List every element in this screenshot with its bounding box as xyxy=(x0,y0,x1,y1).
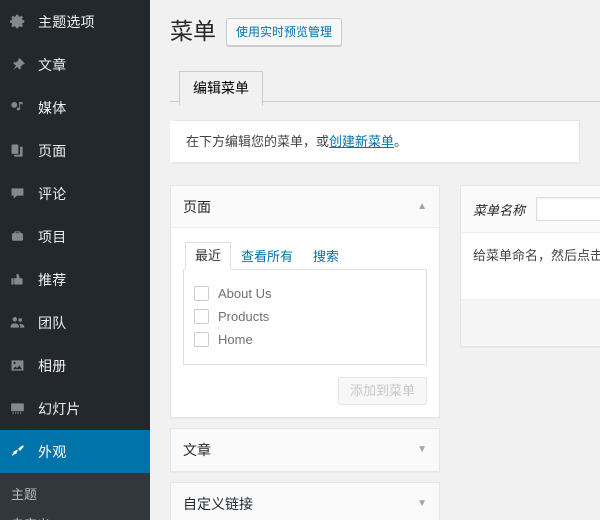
comment-icon xyxy=(9,185,32,202)
admin-sidebar: 主题选项 文章 媒体 页面 评论 项目 推荐 团队 相册 幻灯片 外观 主题 xyxy=(0,0,150,520)
sidebar-item-slideshow[interactable]: 幻灯片 xyxy=(0,387,150,430)
sidebar-item-media[interactable]: 媒体 xyxy=(0,86,150,129)
chevron-down-icon[interactable]: ▼ xyxy=(417,499,427,509)
add-to-menu-button[interactable]: 添加到菜单 xyxy=(337,377,427,405)
media-icon xyxy=(9,99,32,116)
list-item-label: About Us xyxy=(218,286,272,301)
sidebar-item-label: 相册 xyxy=(38,357,67,374)
custom-links-postbox-header[interactable]: 自定义链接 ▼ xyxy=(171,483,439,520)
wordpress-admin-screen: 主题选项 文章 媒体 页面 评论 项目 推荐 团队 相册 幻灯片 外观 主题 菜… xyxy=(0,0,600,520)
sidebar-item-albums[interactable]: 相册 xyxy=(0,344,150,387)
sidebar-item-theme-options[interactable]: 主题选项 xyxy=(0,0,150,43)
pin-icon xyxy=(9,56,32,73)
pages-panel-actions: 添加到菜单 xyxy=(183,365,427,405)
chevron-down-icon[interactable]: ▼ xyxy=(417,445,427,455)
pages-postbox-body: 最近 查看所有 搜索 About Us Products Home 添加到菜单 xyxy=(171,228,439,417)
sidebar-item-label: 文章 xyxy=(38,56,67,73)
sidebar-item-team[interactable]: 团队 xyxy=(0,301,150,344)
main-content: 菜单 使用实时预览管理 编辑菜单 在下方编辑您的菜单，或创建新菜单。 页面 ▲ xyxy=(150,0,600,520)
pages-tab-view-all[interactable]: 查看所有 xyxy=(231,243,303,270)
sidebar-item-label: 页面 xyxy=(38,142,67,159)
pages-tab-panel: About Us Products Home xyxy=(183,270,427,365)
posts-postbox-title: 文章 xyxy=(183,442,211,458)
list-item-label: Home xyxy=(218,332,253,347)
gear-icon xyxy=(9,13,32,30)
sidebar-item-label: 评论 xyxy=(38,185,67,202)
notice-text-before: 在下方编辑您的菜单，或 xyxy=(186,134,330,149)
add-menu-items-column: 页面 ▲ 最近 查看所有 搜索 About Us Products Home 添… xyxy=(170,185,440,520)
list-item[interactable]: Products xyxy=(194,305,416,328)
pages-tab-most-recent[interactable]: 最近 xyxy=(185,242,232,270)
posts-postbox-header[interactable]: 文章 ▼ xyxy=(171,429,439,471)
sidebar-item-projects[interactable]: 项目 xyxy=(0,215,150,258)
menu-notice: 在下方编辑您的菜单，或创建新菜单。 xyxy=(170,120,580,163)
sidebar-item-label: 团队 xyxy=(38,314,67,331)
appearance-brush-icon xyxy=(9,443,32,460)
appearance-submenu: 主题 自定义 小工具 菜单 编辑 xyxy=(0,473,150,520)
sidebar-item-label: 主题选项 xyxy=(38,13,95,30)
pages-tab-search[interactable]: 搜索 xyxy=(303,243,349,270)
submenu-item-themes[interactable]: 主题 xyxy=(0,480,150,510)
sidebar-item-comments[interactable]: 评论 xyxy=(0,172,150,215)
pages-postbox-header[interactable]: 页面 ▲ xyxy=(171,186,439,228)
briefcase-icon xyxy=(9,228,32,245)
menu-columns: 页面 ▲ 最近 查看所有 搜索 About Us Products Home 添… xyxy=(170,185,600,520)
posts-postbox: 文章 ▼ xyxy=(170,428,440,472)
sidebar-item-pages[interactable]: 页面 xyxy=(0,129,150,172)
thumbs-up-icon xyxy=(9,271,32,288)
submenu-item-customize[interactable]: 自定义 xyxy=(0,510,150,520)
sidebar-item-label: 推荐 xyxy=(38,271,67,288)
sidebar-item-label: 幻灯片 xyxy=(38,400,81,417)
custom-links-postbox: 自定义链接 ▼ xyxy=(170,482,440,520)
sidebar-item-label: 项目 xyxy=(38,228,67,245)
menu-settings-column: 菜单名称 给菜单命名，然后点击 xyxy=(460,185,600,520)
nav-tab-wrapper: 编辑菜单 xyxy=(170,70,600,106)
checkbox-about-us[interactable] xyxy=(194,286,209,301)
pages-icon xyxy=(9,142,32,159)
submenu-label: 主题 xyxy=(11,487,38,502)
menu-name-input[interactable] xyxy=(536,197,600,221)
sidebar-item-appearance[interactable]: 外观 xyxy=(0,430,150,473)
menu-settings-footer xyxy=(461,300,600,346)
list-item[interactable]: About Us xyxy=(194,282,416,305)
tab-edit-menus[interactable]: 编辑菜单 xyxy=(179,71,263,106)
chevron-up-icon[interactable]: ▲ xyxy=(417,201,427,212)
pages-postbox: 页面 ▲ 最近 查看所有 搜索 About Us Products Home 添… xyxy=(170,185,440,418)
pages-inner-tabs: 最近 查看所有 搜索 xyxy=(183,242,427,270)
pages-postbox-title: 页面 xyxy=(183,198,211,215)
sidebar-item-label: 媒体 xyxy=(38,99,67,116)
slider-icon xyxy=(9,400,32,417)
sidebar-item-testimonials[interactable]: 推荐 xyxy=(0,258,150,301)
sidebar-item-label: 外观 xyxy=(38,443,67,460)
custom-links-postbox-title: 自定义链接 xyxy=(183,496,253,512)
sidebar-item-posts[interactable]: 文章 xyxy=(0,43,150,86)
menu-name-label: 菜单名称 xyxy=(473,202,526,218)
create-new-menu-link[interactable]: 创建新菜单 xyxy=(329,134,394,149)
users-icon xyxy=(9,314,32,331)
gallery-icon xyxy=(9,357,32,374)
page-title: 菜单 xyxy=(170,18,216,44)
menu-settings-box: 菜单名称 给菜单命名，然后点击 xyxy=(460,185,600,347)
notice-text-after: 。 xyxy=(394,134,408,149)
page-header: 菜单 使用实时预览管理 xyxy=(170,8,600,53)
list-item-label: Products xyxy=(218,309,270,324)
checkbox-home[interactable] xyxy=(194,332,209,347)
manage-with-live-preview-button[interactable]: 使用实时预览管理 xyxy=(226,17,343,46)
checkbox-products[interactable] xyxy=(194,309,209,324)
list-item[interactable]: Home xyxy=(194,328,416,351)
menu-name-row: 菜单名称 xyxy=(461,186,600,233)
menu-instructions-text: 给菜单命名，然后点击 xyxy=(461,233,600,300)
